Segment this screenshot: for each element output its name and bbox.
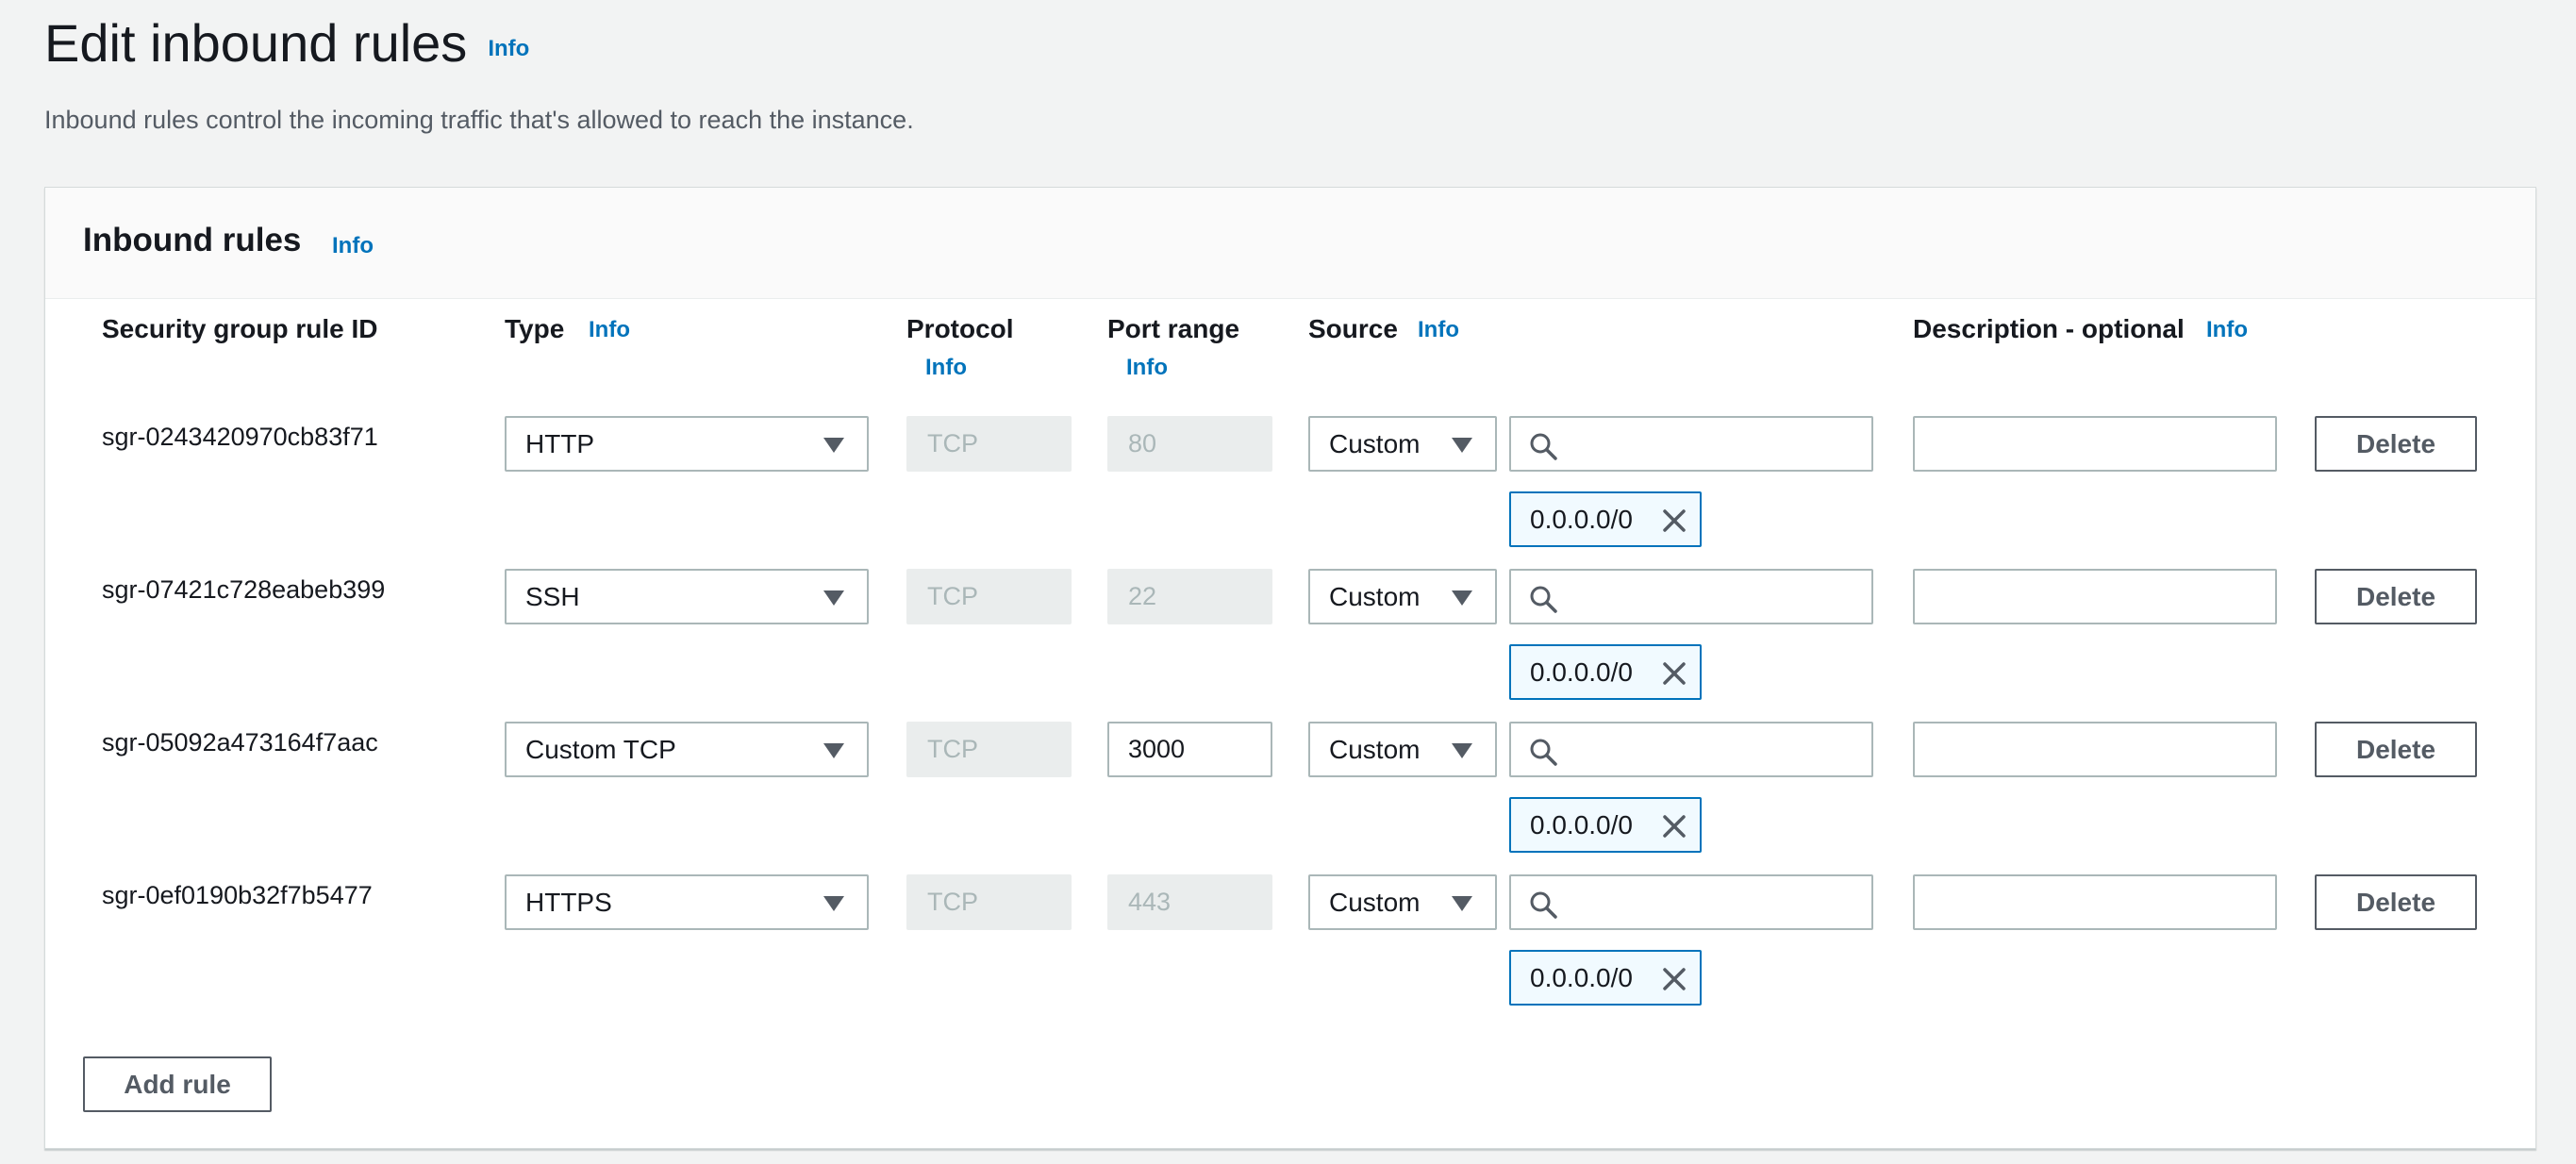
description-input[interactable] (1913, 722, 2277, 777)
caret-down-icon (1452, 590, 1472, 606)
column-header-source: Source (1308, 314, 1398, 343)
source-search-input[interactable] (1509, 416, 1873, 472)
protocol-field: TCP (906, 874, 1072, 930)
delete-rule-button[interactable]: Delete (2315, 874, 2477, 930)
panel-header: Inbound rules Info (45, 188, 2535, 299)
rule-id: sgr-07421c728eabeb399 (102, 575, 386, 604)
search-icon (1530, 586, 1557, 613)
caret-down-icon (1452, 896, 1472, 911)
cidr-token-label: 0.0.0.0/0 (1530, 962, 1633, 992)
column-header-type: Type (505, 314, 565, 343)
page-title: Edit inbound rules (44, 12, 468, 73)
inbound-rules-panel: Inbound rules Info Security group rule I… (44, 187, 2536, 1149)
panel-title: Inbound rules (83, 222, 302, 258)
description-input[interactable] (1913, 874, 2277, 930)
search-icon (1530, 739, 1557, 766)
description-input[interactable] (1913, 569, 2277, 624)
caret-down-icon (1452, 438, 1472, 453)
column-header-rule-id: Security group rule ID (102, 314, 378, 343)
type-select-value: SSH (525, 581, 580, 611)
type-select[interactable]: HTTPS (505, 874, 869, 930)
rule-id: sgr-05092a473164f7aac (102, 728, 378, 757)
search-icon (1530, 433, 1557, 460)
column-header-description: Description - optional (1913, 314, 2185, 343)
delete-rule-button[interactable]: Delete (2315, 569, 2477, 624)
rule-id: sgr-0ef0190b32f7b5477 (102, 881, 373, 909)
type-select[interactable]: HTTP (505, 416, 869, 472)
page-header: Edit inbound rules Info (44, 9, 529, 75)
caret-down-icon (823, 743, 844, 758)
cidr-token: 0.0.0.0/0 (1509, 644, 1702, 700)
source-type-value: Custom (1329, 734, 1421, 764)
search-icon (1530, 891, 1557, 919)
close-icon[interactable] (1660, 965, 1688, 993)
cidr-token: 0.0.0.0/0 (1509, 797, 1702, 853)
caret-down-icon (1452, 743, 1472, 758)
port-range-field: 22 (1107, 569, 1272, 624)
source-type-value: Custom (1329, 887, 1421, 917)
close-icon[interactable] (1660, 812, 1688, 840)
protocol-field: TCP (906, 722, 1072, 777)
source-search-input[interactable] (1509, 722, 1873, 777)
rule-id: sgr-0243420970cb83f71 (102, 423, 378, 451)
close-icon[interactable] (1660, 659, 1688, 688)
source-type-select[interactable]: Custom (1308, 569, 1497, 624)
panel-title-info-link[interactable]: Info (332, 233, 374, 259)
caret-down-icon (823, 590, 844, 606)
type-select[interactable]: SSH (505, 569, 869, 624)
cidr-token: 0.0.0.0/0 (1509, 491, 1702, 547)
type-select-value: HTTP (525, 428, 595, 458)
caret-down-icon (823, 896, 844, 911)
column-header-port-range: Port range (1107, 314, 1240, 343)
protocol-info-link[interactable]: Info (925, 355, 967, 381)
type-select[interactable]: Custom TCP (505, 722, 869, 777)
source-type-select[interactable]: Custom (1308, 874, 1497, 930)
type-select-value: Custom TCP (525, 734, 676, 764)
port-range-field: 443 (1107, 874, 1272, 930)
delete-rule-button[interactable]: Delete (2315, 416, 2477, 472)
cidr-token: 0.0.0.0/0 (1509, 950, 1702, 1006)
add-rule-button[interactable]: Add rule (83, 1056, 272, 1112)
type-select-value: HTTPS (525, 887, 612, 917)
source-type-value: Custom (1329, 428, 1421, 458)
source-type-select[interactable]: Custom (1308, 722, 1497, 777)
description-info-link[interactable]: Info (2206, 317, 2248, 343)
page-title-info-link[interactable]: Info (488, 36, 529, 62)
caret-down-icon (823, 438, 844, 453)
port-range-field: 80 (1107, 416, 1272, 472)
protocol-field: TCP (906, 416, 1072, 472)
source-type-select[interactable]: Custom (1308, 416, 1497, 472)
type-info-link[interactable]: Info (589, 317, 630, 343)
cidr-token-label: 0.0.0.0/0 (1530, 809, 1633, 840)
source-search-input[interactable] (1509, 569, 1873, 624)
port-range-input[interactable]: 3000 (1107, 722, 1272, 777)
column-header-protocol: Protocol (906, 314, 1014, 343)
close-icon[interactable] (1660, 507, 1688, 535)
delete-rule-button[interactable]: Delete (2315, 722, 2477, 777)
cidr-token-label: 0.0.0.0/0 (1530, 657, 1633, 687)
source-search-input[interactable] (1509, 874, 1873, 930)
source-type-value: Custom (1329, 581, 1421, 611)
cidr-token-label: 0.0.0.0/0 (1530, 504, 1633, 534)
description-input[interactable] (1913, 416, 2277, 472)
protocol-field: TCP (906, 569, 1072, 624)
source-info-link[interactable]: Info (1418, 317, 1459, 343)
page-description: Inbound rules control the incoming traff… (44, 106, 914, 134)
port-range-info-link[interactable]: Info (1126, 355, 1168, 381)
